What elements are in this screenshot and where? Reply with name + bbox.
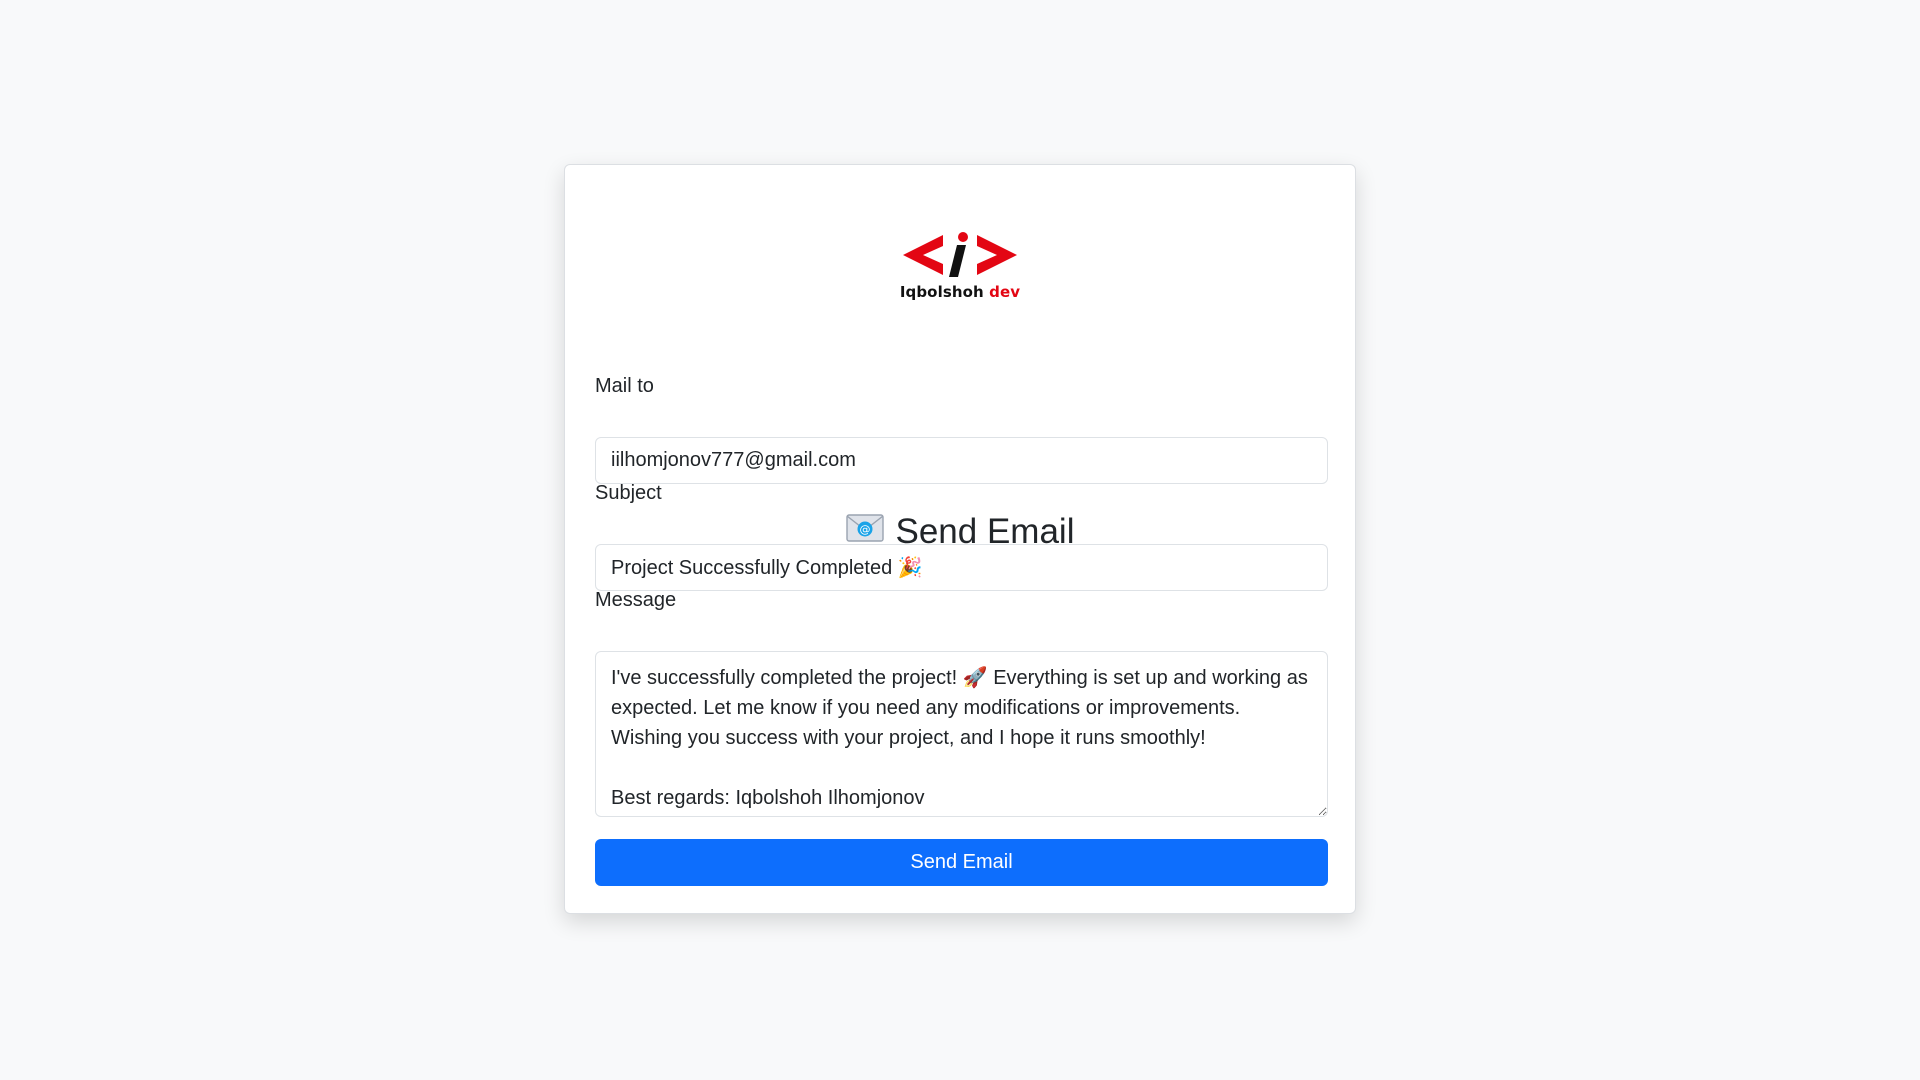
code-brackets-icon bbox=[903, 232, 1017, 277]
send-email-button[interactable]: Send Email bbox=[595, 839, 1328, 886]
subject-input[interactable] bbox=[595, 544, 1328, 591]
email-form-card: Iqbolshoh dev @ Send Email Mail to Subje… bbox=[564, 164, 1356, 914]
brand-name: Iqbolshoh dev bbox=[899, 283, 1021, 301]
message-textarea[interactable]: I've successfully completed the project!… bbox=[595, 651, 1328, 817]
svg-text:@: @ bbox=[859, 523, 870, 536]
mail-to-input[interactable] bbox=[595, 437, 1328, 484]
mail-to-label: Mail to bbox=[595, 375, 654, 397]
message-label: Message bbox=[595, 589, 677, 611]
brand-logo: Iqbolshoh dev bbox=[895, 231, 1025, 317]
subject-label: Subject bbox=[595, 482, 662, 504]
